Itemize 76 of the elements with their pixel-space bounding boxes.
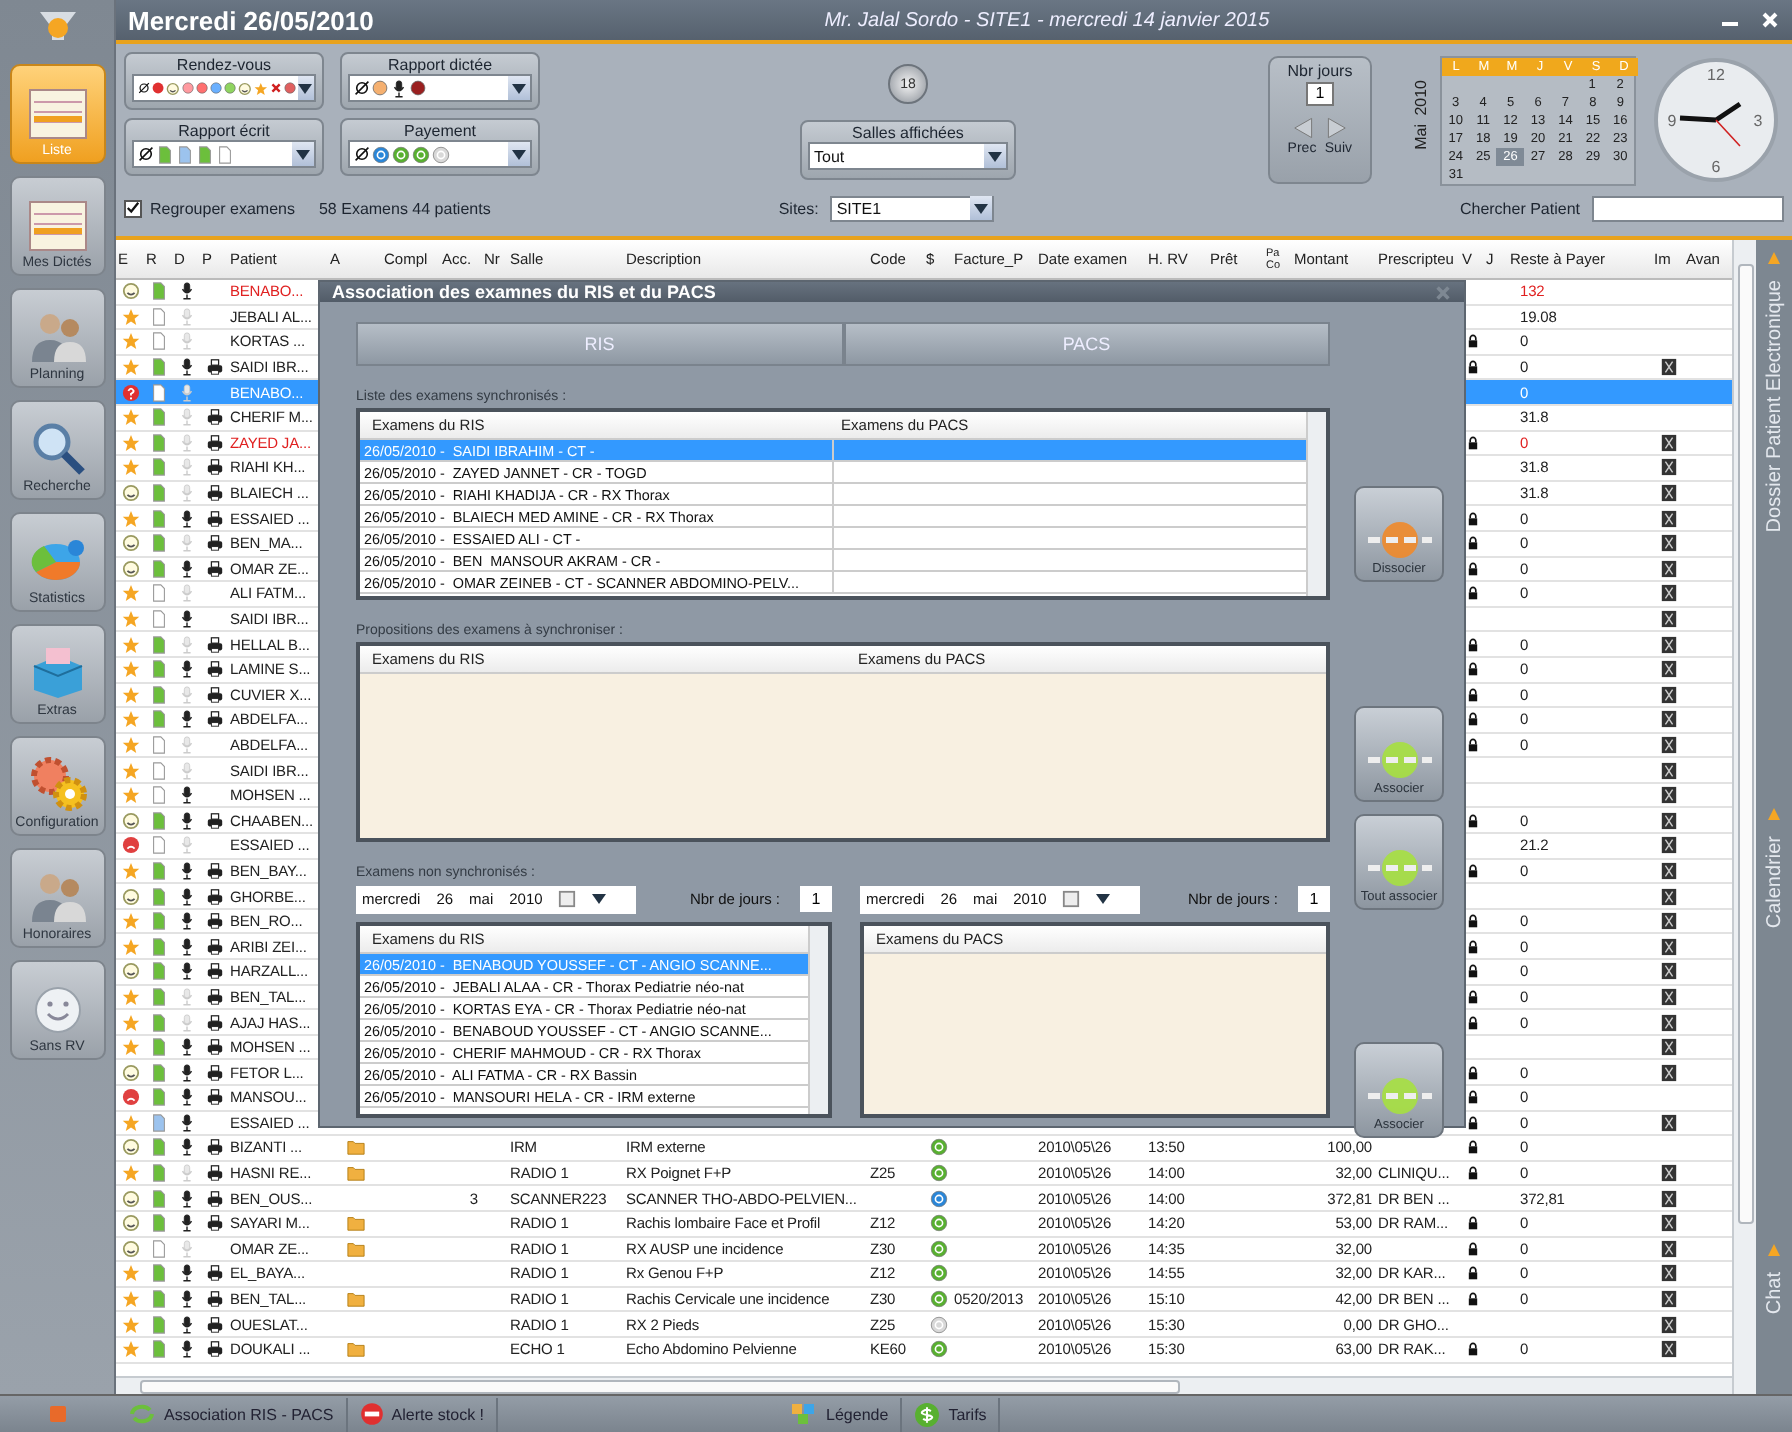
sites-label: Sites: [778,199,819,217]
clock-numeral: 12 [1707,66,1725,84]
caret-icon [988,151,1002,161]
calendar-icon [1062,890,1081,908]
current-date: Mercredi 26/05/2010 [128,5,374,35]
smiley-icon [238,79,252,97]
star-icon [253,79,268,97]
left-arrow-icon [1288,116,1316,140]
empty-set-icon [138,146,154,162]
microphone-icon [390,79,408,97]
search-label: Chercher Patient [1459,199,1580,217]
status-button[interactable]: Tarifs [902,1397,1001,1431]
window-title: Mr. Jalal Sordo - SITE1 - mercredi 14 janvier 2015 [822,9,1272,31]
status-button[interactable]: Légende [778,1397,903,1431]
caret-icon [512,149,526,159]
close-icon [1434,283,1452,301]
list-icon [27,88,87,140]
search-field[interactable] [1592,195,1784,221]
smiley-icon [31,984,83,1036]
close-icon [1760,10,1780,30]
alert-icon [359,1402,384,1426]
database-icon [48,1402,68,1426]
chain-icon [1363,846,1435,890]
legend-icon [790,1402,819,1426]
caret-icon [974,203,989,213]
gear-icon [27,756,87,812]
scrollbar[interactable] [140,1379,1180,1393]
days-label: Nbr jours [1287,62,1353,80]
filter-label: Rapport écrit [178,122,270,140]
scrollbar[interactable] [1737,264,1753,1224]
status-button[interactable]: Association RIS - PACS [116,1397,348,1431]
clock-numeral: 6 [1711,158,1721,176]
list-icon [27,200,87,252]
refresh-icon [128,1402,156,1426]
month-label: Mai [1411,123,1429,150]
filter-label: Rendez-vous [176,56,272,74]
checkbox[interactable] [124,199,142,217]
clock-face [1654,58,1778,182]
days-field[interactable]: 1 [1298,886,1330,912]
chain-icon [1363,518,1435,562]
filter-label: Payement [403,122,477,140]
people-icon [27,868,87,924]
caret-icon [512,83,526,93]
filter-dropdown[interactable] [348,74,532,102]
scrollbar[interactable] [808,926,828,1114]
clock-numeral: 9 [1667,112,1677,130]
summary-text: 58 Examens 44 patients [318,199,491,217]
rooms-label: Salles affichées [852,124,964,142]
dialog-title: Association des examnes du RIS et du PACS [332,282,718,302]
cross-icon [269,80,282,96]
status-button[interactable]: Alerte stock ! [347,1397,499,1431]
dollar-coin-icon [914,1401,941,1427]
chain-icon [1363,738,1435,782]
calendar-icon [558,890,577,908]
empty-set-icon [138,80,151,96]
caret-icon [296,149,310,159]
sites-dropdown[interactable]: SITE1 [830,195,995,221]
year-label: 2010 [1411,80,1429,116]
rooms-dropdown[interactable]: Tout [808,142,1008,170]
filter-dropdown[interactable] [348,140,532,168]
tab-marker-icon [1766,808,1782,821]
tab-marker-icon [1766,252,1782,264]
scrollbar[interactable] [1306,412,1326,596]
caret-icon [1096,894,1111,904]
tab-marker-icon [1766,1244,1782,1257]
days-field[interactable]: 1 [1306,82,1334,106]
days-field[interactable]: 1 [800,886,832,912]
clock-numeral: 3 [1753,112,1763,130]
caret-icon [298,83,313,93]
checkbox-label: Regrouper examens [150,199,295,217]
filter-dropdown[interactable] [132,140,316,168]
filter-label: Rapport dictée [387,56,493,74]
chain-icon [1363,1074,1435,1118]
people-icon [27,308,87,364]
smiley-icon [166,79,180,97]
caret-icon [592,894,607,904]
